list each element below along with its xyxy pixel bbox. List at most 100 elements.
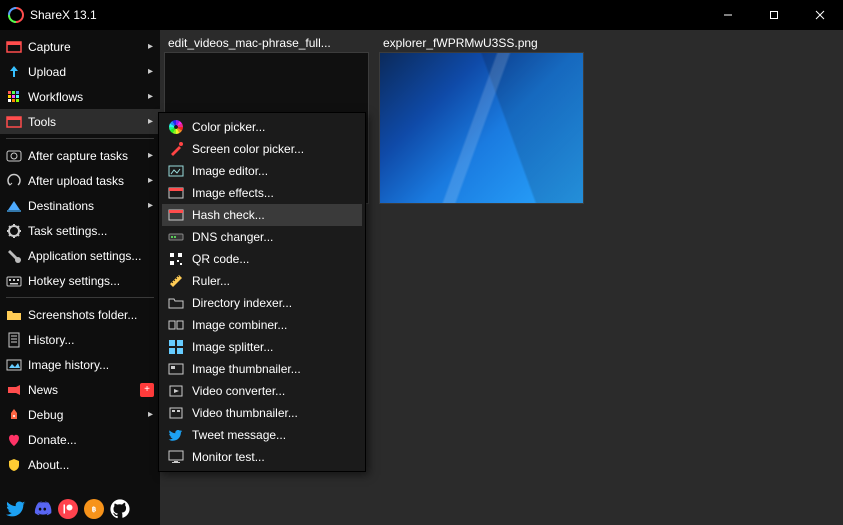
chevron-right-icon: ▸ (148, 150, 154, 161)
sidebar-item-label: Application settings... (28, 249, 154, 263)
capture-icon (6, 39, 22, 55)
titlebar: ShareX 13.1 (0, 0, 843, 30)
image-combiner-icon (168, 317, 184, 333)
sidebar-item-tools[interactable]: Tools▸ (0, 109, 160, 134)
monitor-test-icon (168, 449, 184, 465)
submenu-item-label: Image thumbnailer... (192, 362, 356, 376)
sidebar-item-label: After upload tasks (28, 174, 148, 188)
submenu-item-label: Image editor... (192, 164, 356, 178)
destinations-icon (6, 198, 22, 214)
sidebar-item-hotkey-settings[interactable]: Hotkey settings... (0, 268, 160, 293)
tools-dns-changer[interactable]: DNS changer... (162, 226, 362, 248)
tools-icon (6, 114, 22, 130)
window-controls (705, 0, 843, 30)
github-icon[interactable] (110, 499, 130, 519)
thumbnail[interactable]: explorer_fWPRMwU3SS.png (379, 34, 584, 204)
sidebar-item-debug[interactable]: Debug▸ (0, 402, 160, 427)
image-thumbnailer-icon (168, 361, 184, 377)
sidebar-item-history[interactable]: History... (0, 327, 160, 352)
after-capture-tasks-icon (6, 148, 22, 164)
sidebar-item-after-capture-tasks[interactable]: After capture tasks▸ (0, 143, 160, 168)
close-button[interactable] (797, 0, 843, 30)
chevron-right-icon: ▸ (148, 175, 154, 186)
sidebar-item-label: Hotkey settings... (28, 274, 154, 288)
thumbnail-name: edit_videos_mac-phrase_full... (164, 34, 369, 52)
minimize-button[interactable] (705, 0, 751, 30)
sidebar-item-after-upload-tasks[interactable]: After upload tasks▸ (0, 168, 160, 193)
tweet-message-icon (168, 427, 184, 443)
sidebar-item-label: Upload (28, 65, 148, 79)
submenu-item-label: Hash check... (192, 208, 356, 222)
tools-image-thumbnailer[interactable]: Image thumbnailer... (162, 358, 362, 380)
tools-video-converter[interactable]: Video converter... (162, 380, 362, 402)
bitcoin-icon[interactable]: ฿ (84, 499, 104, 519)
tools-qr-code[interactable]: QR code... (162, 248, 362, 270)
screen-color-picker-icon (168, 141, 184, 157)
submenu-item-label: Tweet message... (192, 428, 356, 442)
sidebar-item-label: Donate... (28, 433, 154, 447)
discord-icon[interactable] (32, 499, 52, 519)
submenu-item-label: QR code... (192, 252, 356, 266)
qr-code-icon (168, 251, 184, 267)
chevron-right-icon: ▸ (148, 200, 154, 211)
sidebar-item-news[interactable]: News+ (0, 377, 160, 402)
news-icon (6, 382, 22, 398)
submenu-item-label: Monitor test... (192, 450, 356, 464)
submenu-item-label: Video converter... (192, 384, 356, 398)
chevron-right-icon: ▸ (148, 66, 154, 77)
sidebar-item-task-settings[interactable]: Task settings... (0, 218, 160, 243)
screenshots-folder-icon (6, 307, 22, 323)
tools-screen-color-picker[interactable]: Screen color picker... (162, 138, 362, 160)
tools-color-picker[interactable]: Color picker... (162, 116, 362, 138)
sharex-logo-icon (8, 7, 24, 23)
sidebar-item-about[interactable]: About... (0, 452, 160, 477)
svg-text:฿: ฿ (92, 506, 97, 514)
tools-ruler[interactable]: Ruler... (162, 270, 362, 292)
social-icons: ฿ (6, 499, 130, 519)
tools-video-thumbnailer[interactable]: Video thumbnailer... (162, 402, 362, 424)
sidebar-item-label: Destinations (28, 199, 148, 213)
patreon-icon[interactable] (58, 499, 78, 519)
video-thumbnailer-icon (168, 405, 184, 421)
submenu-item-label: Color picker... (192, 120, 356, 134)
sidebar-item-label: About... (28, 458, 154, 472)
after-upload-tasks-icon (6, 173, 22, 189)
tools-hash-check[interactable]: Hash check... (162, 204, 362, 226)
upload-icon (6, 64, 22, 80)
chevron-right-icon: ▸ (148, 41, 154, 52)
donate-icon (6, 432, 22, 448)
sidebar-item-label: After capture tasks (28, 149, 148, 163)
history-icon (6, 332, 22, 348)
directory-indexer-icon (168, 295, 184, 311)
separator (6, 138, 154, 139)
chevron-right-icon: ▸ (148, 116, 154, 127)
tools-monitor-test[interactable]: Monitor test... (162, 446, 362, 468)
sidebar-item-donate[interactable]: Donate... (0, 427, 160, 452)
badge: + (140, 383, 154, 397)
sidebar-item-capture[interactable]: Capture▸ (0, 34, 160, 59)
tools-directory-indexer[interactable]: Directory indexer... (162, 292, 362, 314)
sidebar-item-label: Task settings... (28, 224, 154, 238)
thumbnail-preview (379, 52, 584, 204)
tools-image-splitter[interactable]: Image splitter... (162, 336, 362, 358)
tools-image-combiner[interactable]: Image combiner... (162, 314, 362, 336)
separator (6, 297, 154, 298)
tools-image-editor[interactable]: Image editor... (162, 160, 362, 182)
about-icon (6, 457, 22, 473)
tools-tweet-message[interactable]: Tweet message... (162, 424, 362, 446)
maximize-button[interactable] (751, 0, 797, 30)
sidebar-item-image-history[interactable]: Image history... (0, 352, 160, 377)
chevron-right-icon: ▸ (148, 409, 154, 420)
sidebar-item-screenshots-folder[interactable]: Screenshots folder... (0, 302, 160, 327)
app-title: ShareX 13.1 (30, 8, 97, 22)
sidebar-item-upload[interactable]: Upload▸ (0, 59, 160, 84)
sidebar-item-destinations[interactable]: Destinations▸ (0, 193, 160, 218)
tools-image-effects[interactable]: Image effects... (162, 182, 362, 204)
sidebar-item-application-settings[interactable]: Application settings... (0, 243, 160, 268)
color-picker-icon (168, 119, 184, 135)
twitter-icon[interactable] (6, 499, 26, 519)
sidebar-item-workflows[interactable]: Workflows▸ (0, 84, 160, 109)
submenu-item-label: DNS changer... (192, 230, 356, 244)
submenu-item-label: Video thumbnailer... (192, 406, 356, 420)
sidebar-item-label: History... (28, 333, 154, 347)
